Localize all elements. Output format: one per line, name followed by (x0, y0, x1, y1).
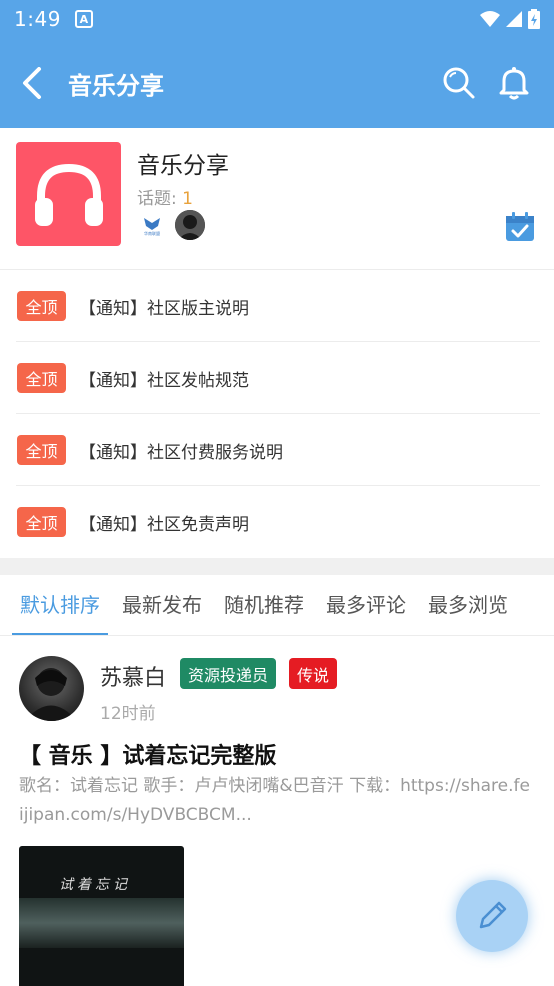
topics-count: 1 (182, 189, 193, 209)
post-time: 12时前 (100, 704, 156, 724)
author-name[interactable]: 苏慕白 (100, 660, 166, 692)
notice-title: 【通知】社区免责声明 (79, 514, 249, 535)
forum-topics: 话题: 1 (137, 184, 193, 209)
pin-tag: 全顶 (17, 435, 66, 465)
post-excerpt: 歌名：试着忘记 歌手：卢卢快闭嘴&巴音汗 下载：https://share.fe… (19, 776, 530, 825)
pin-tag: 全顶 (17, 291, 66, 321)
app-bar-title: 音乐分享 (68, 71, 164, 100)
pin-tag: 全顶 (17, 507, 66, 537)
back-button[interactable] (0, 38, 64, 128)
back-arrow-icon (23, 67, 41, 99)
moderators: 华南联盟 (137, 210, 205, 240)
status-icons (480, 9, 540, 29)
forum-header: 音乐分享 话题: 1 华南联盟 (0, 128, 554, 270)
avatar-image (175, 210, 205, 240)
notice-title: 【通知】社区发帖规范 (79, 370, 249, 391)
app-bar: 音乐分享 (0, 38, 554, 128)
pin-tag: 全顶 (17, 363, 66, 393)
notice-title: 【通知】社区付费服务说明 (79, 442, 283, 463)
tab-most-views[interactable]: 最多浏览 (420, 575, 516, 635)
topics-label: 话题: (137, 189, 177, 209)
status-time: 1:49 (14, 7, 61, 31)
cellular-icon (506, 11, 522, 27)
search-icon[interactable] (442, 66, 476, 100)
avatar-image (25, 668, 77, 721)
calendar-check-icon[interactable] (504, 211, 536, 243)
forum-name: 音乐分享 (137, 153, 229, 179)
bell-icon[interactable] (498, 66, 530, 100)
moderator-avatar[interactable]: 华南联盟 (137, 210, 167, 240)
notice-item[interactable]: 全顶 【通知】社区免责声明 (0, 486, 554, 558)
tab-random[interactable]: 随机推荐 (216, 575, 312, 635)
tab-latest[interactable]: 最新发布 (114, 575, 210, 635)
forum-logo (16, 142, 121, 246)
compose-button[interactable] (456, 880, 528, 952)
notice-item[interactable]: 全顶 【通知】社区发帖规范 (0, 342, 554, 414)
post-thumbnail[interactable]: 试着忘记 (19, 846, 184, 986)
moderator-avatar[interactable] (175, 210, 205, 240)
mod-logo-icon: 华南联盟 (144, 218, 160, 236)
avatar[interactable] (19, 656, 84, 721)
tab-most-comments[interactable]: 最多评论 (318, 575, 414, 635)
notice-item[interactable]: 全顶 【通知】社区付费服务说明 (0, 414, 554, 486)
mod-logo-text: 华南联盟 (144, 230, 160, 236)
sort-tabs: 默认排序 最新发布 随机推荐 最多评论 最多浏览 (0, 575, 554, 636)
status-bar: 1:49 A (0, 0, 554, 38)
thumbnail-caption: 试着忘记 (59, 877, 131, 893)
app-bar-actions (442, 66, 554, 100)
role-badge: 资源投递员 (180, 658, 277, 689)
notification-icon: A (74, 10, 93, 28)
battery-icon (528, 9, 540, 29)
notice-item[interactable]: 全顶 【通知】社区版主说明 (0, 270, 554, 342)
forum-section: 音乐分享 话题: 1 华南联盟 全顶 【通知】社区版主说明 全顶 【通知】社区发… (0, 128, 554, 558)
tab-default-sort[interactable]: 默认排序 (12, 575, 108, 635)
post-title[interactable]: 【 音乐 】试着忘记完整版 (19, 738, 276, 770)
level-badge: 传说 (289, 658, 338, 689)
headphones-icon (34, 163, 103, 226)
wifi-icon (480, 11, 500, 27)
notice-title: 【通知】社区版主说明 (79, 298, 249, 319)
thumbnail-scene (19, 898, 184, 948)
section-gap (0, 558, 554, 575)
pencil-icon (479, 901, 507, 929)
